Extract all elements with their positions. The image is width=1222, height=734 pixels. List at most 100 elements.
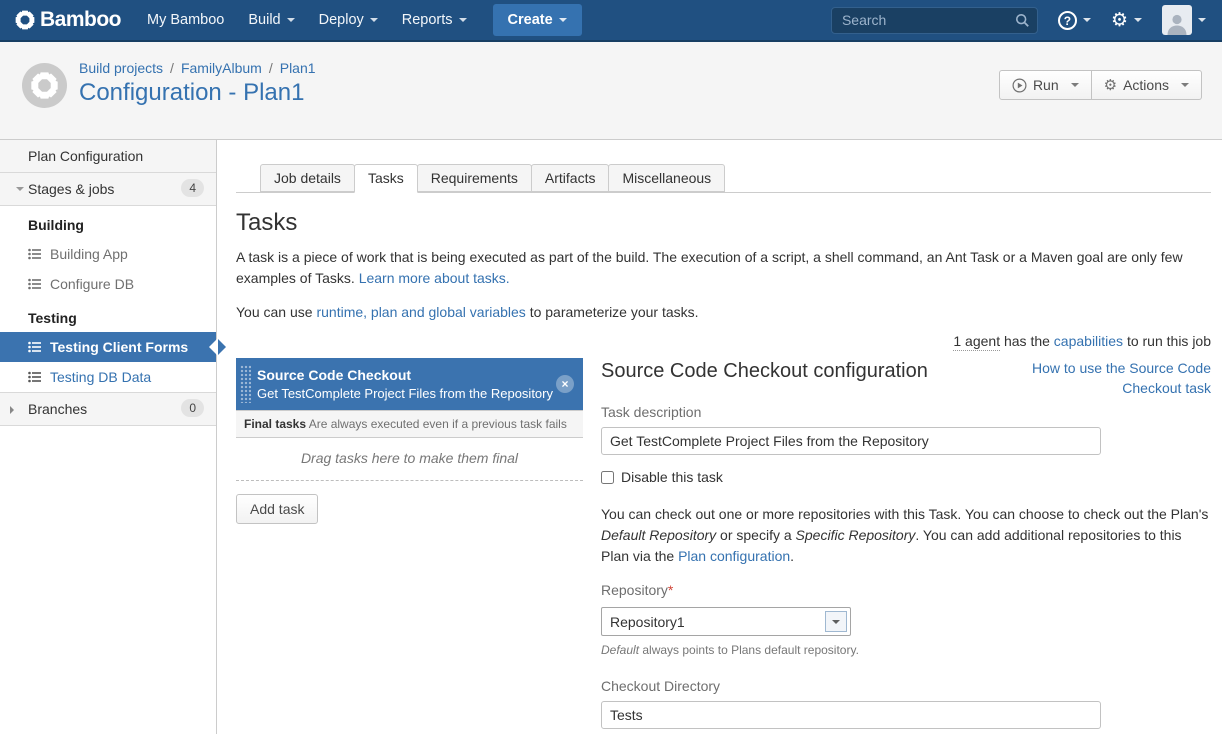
breadcrumb-familyalbum[interactable]: FamilyAlbum [181, 60, 262, 76]
run-button[interactable]: Run [999, 70, 1092, 100]
chevron-down-icon [16, 187, 24, 191]
bamboo-pinwheel-icon [14, 9, 36, 31]
task-title: Source Code Checkout [257, 367, 549, 383]
nav-build-menu[interactable]: Build [236, 0, 306, 41]
chevron-down-icon [370, 18, 378, 22]
main-content: Job details Tasks Requirements Artifacts… [217, 140, 1222, 734]
search-box [831, 7, 1038, 34]
chevron-down-icon [1083, 18, 1091, 22]
plan-config-sidebar: Plan Configuration Stages & jobs 4 Build… [0, 140, 217, 734]
chevron-down-icon [1198, 18, 1206, 22]
variables-link[interactable]: runtime, plan and global variables [316, 304, 525, 320]
agent-count: 1 agent [953, 333, 1000, 351]
help-menu[interactable]: ? [1058, 11, 1091, 30]
checkout-directory-label: Checkout Directory [601, 678, 1211, 694]
drag-handle-icon[interactable] [240, 365, 251, 403]
help-icon: ? [1058, 11, 1077, 30]
actions-button[interactable]: ⚙ Actions [1092, 70, 1202, 100]
top-navbar: Bamboo My Bamboo Build Deploy Reports Cr… [0, 0, 1222, 42]
play-icon [1012, 78, 1027, 93]
chevron-down-icon [1071, 83, 1079, 87]
breadcrumb-plan1[interactable]: Plan1 [280, 60, 316, 76]
tab-artifacts[interactable]: Artifacts [531, 164, 610, 192]
disable-task-row[interactable]: Disable this task [601, 469, 1211, 485]
plan-configuration-link[interactable]: Plan configuration [678, 548, 790, 564]
avatar [1162, 5, 1192, 35]
job-tabs: Job details Tasks Requirements Artifacts… [236, 164, 1211, 193]
sidebar-item-configure-db[interactable]: Configure DB [0, 269, 216, 299]
sidebar-item-branches[interactable]: Branches 0 [0, 392, 216, 426]
task-description-label: Task description [601, 404, 1211, 420]
page-title: Configuration - Plan1 [79, 79, 316, 107]
branches-count-badge: 0 [181, 399, 204, 417]
required-asterisk: * [668, 582, 673, 598]
nav-my-bamboo[interactable]: My Bamboo [135, 0, 236, 41]
tab-tasks[interactable]: Tasks [354, 164, 418, 193]
job-list-icon [28, 371, 41, 383]
how-to-use-link[interactable]: How to use the Source Code Checkout task [1006, 358, 1211, 398]
add-task-button[interactable]: Add task [236, 494, 318, 524]
gear-icon: ⚙ [1104, 76, 1117, 95]
tasks-heading: Tasks [236, 209, 1211, 237]
sidebar-item-stages-jobs[interactable]: Stages & jobs 4 [0, 173, 216, 206]
repository-description-text: You can check out one or more repositori… [601, 504, 1209, 567]
agent-capability-text: 1 agent has the capabilities to run this… [236, 333, 1211, 349]
repository-help-text: Default always points to Plans default r… [601, 643, 1211, 657]
task-description-input[interactable] [601, 427, 1101, 455]
chevron-down-icon [1134, 18, 1142, 22]
create-button[interactable]: Create [493, 4, 582, 36]
job-list-icon [28, 341, 41, 353]
final-tasks-dropzone[interactable]: Drag tasks here to make them final [236, 438, 583, 481]
sidebar-item-building-app[interactable]: Building App [0, 239, 216, 269]
repository-select[interactable]: Repository1 [601, 607, 851, 636]
chevron-down-icon [287, 18, 295, 22]
repository-label: Repository* [601, 582, 1211, 598]
chevron-down-icon [559, 18, 567, 22]
repository-selected-value: Repository1 [602, 614, 825, 630]
task-subtitle: Get TestComplete Project Files from the … [257, 386, 549, 401]
select-dropdown-button[interactable] [825, 611, 847, 632]
sidebar-item-testing-client-forms[interactable]: Testing Client Forms [0, 332, 216, 362]
stage-name-testing: Testing [0, 299, 216, 332]
job-list-icon [28, 248, 41, 260]
task-list: Source Code Checkout Get TestComplete Pr… [236, 358, 583, 734]
nav-reports-menu[interactable]: Reports [390, 0, 479, 41]
learn-more-link[interactable]: Learn more about tasks. [359, 270, 510, 286]
brand-name: Bamboo [40, 8, 121, 32]
nav-deploy-menu[interactable]: Deploy [307, 0, 390, 41]
final-tasks-header: Final tasks Are always executed even if … [236, 410, 583, 438]
task-configuration-panel: Source Code Checkout configuration How t… [601, 358, 1211, 734]
config-heading: Source Code Checkout configuration [601, 360, 928, 383]
settings-menu[interactable]: ⚙ [1111, 11, 1142, 30]
disable-task-label: Disable this task [621, 469, 723, 485]
tab-miscellaneous[interactable]: Miscellaneous [608, 164, 725, 192]
search-icon[interactable] [1015, 13, 1030, 31]
tasks-intro-text: A task is a piece of work that is being … [236, 247, 1204, 289]
tab-job-details[interactable]: Job details [260, 164, 355, 192]
job-list-icon [28, 278, 41, 290]
page-header: Build projects/FamilyAlbum/Plan1 Configu… [0, 42, 1222, 140]
bamboo-app: Bamboo My Bamboo Build Deploy Reports Cr… [0, 0, 1222, 734]
sidebar-item-testing-db-data[interactable]: Testing DB Data [0, 362, 216, 392]
delete-task-icon[interactable]: × [556, 375, 574, 393]
gear-icon: ⚙ [1111, 11, 1128, 30]
bamboo-logo[interactable]: Bamboo [14, 8, 121, 32]
stages-count-badge: 4 [181, 179, 204, 197]
chevron-down-icon [459, 18, 467, 22]
breadcrumb-build-projects[interactable]: Build projects [79, 60, 163, 76]
search-input[interactable] [831, 7, 1038, 34]
disable-task-checkbox[interactable] [601, 471, 614, 484]
chevron-down-icon [832, 620, 840, 624]
variables-text: You can use runtime, plan and global var… [236, 304, 1211, 320]
capabilities-link[interactable]: capabilities [1054, 333, 1123, 349]
user-menu[interactable] [1162, 5, 1206, 35]
sidebar-item-plan-configuration[interactable]: Plan Configuration [0, 140, 216, 173]
plan-avatar-icon [22, 63, 67, 108]
chevron-down-icon [1181, 83, 1189, 87]
task-item-source-code-checkout[interactable]: Source Code Checkout Get TestComplete Pr… [236, 358, 583, 410]
checkout-directory-input[interactable] [601, 701, 1101, 729]
tab-requirements[interactable]: Requirements [417, 164, 532, 192]
breadcrumb: Build projects/FamilyAlbum/Plan1 [79, 60, 316, 76]
stage-name-building: Building [0, 206, 216, 239]
chevron-right-icon [10, 406, 14, 414]
